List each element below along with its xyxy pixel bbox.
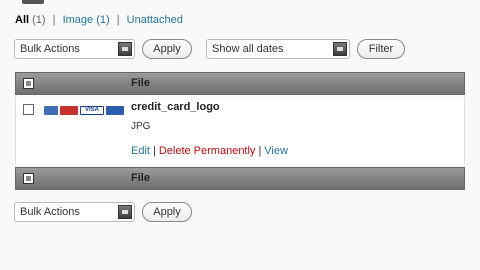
apply-button-bottom[interactable]: Apply xyxy=(142,202,192,222)
filter-unattached-link[interactable]: Unattached xyxy=(127,14,183,26)
filter-all-link[interactable]: All xyxy=(15,14,29,26)
select-all-checkbox-footer[interactable] xyxy=(23,173,34,184)
credit-card-thumbnail[interactable]: VISA xyxy=(44,106,124,115)
dates-select[interactable]: Show all dates xyxy=(206,39,350,59)
filter-separator: | xyxy=(116,14,120,26)
apply-button-top[interactable]: Apply xyxy=(142,39,192,59)
file-name-link[interactable]: credit_card_logo xyxy=(131,101,220,113)
view-link[interactable]: View xyxy=(264,145,288,157)
filter-links: All (1) | Image (1) | Unattached xyxy=(15,14,183,26)
dropdown-arrow-icon xyxy=(333,42,347,56)
edit-link[interactable]: Edit xyxy=(131,145,150,157)
filter-separator: | xyxy=(52,14,56,26)
bulk-actions-select-bottom[interactable]: Bulk Actions xyxy=(14,202,135,222)
mastercard-logo-icon xyxy=(60,106,78,115)
visa-logo-icon: VISA xyxy=(80,106,104,115)
file-type: JPG xyxy=(131,121,151,132)
action-separator: | xyxy=(152,145,156,157)
filter-all-label: All xyxy=(15,14,30,26)
card-logo-icon xyxy=(44,106,58,115)
row-actions: Edit | Delete Permanently | View xyxy=(131,145,288,157)
bulk-actions-select-top[interactable]: Bulk Actions xyxy=(14,39,135,59)
dates-select-value: Show all dates xyxy=(212,43,284,55)
bulk-actions-value: Bulk Actions xyxy=(20,206,80,218)
row-checkbox[interactable] xyxy=(23,104,34,115)
filter-all-count: (1) xyxy=(32,14,46,26)
action-separator: | xyxy=(258,145,262,157)
table-header: File xyxy=(15,72,465,95)
dropdown-arrow-icon xyxy=(118,42,132,56)
table-row: VISA credit_card_logo JPG Edit | Delete Pe… xyxy=(15,97,465,164)
filter-button[interactable]: Filter xyxy=(357,39,405,59)
dropdown-arrow-icon xyxy=(118,205,132,219)
card-logo-icon xyxy=(106,106,124,115)
filter-image-link[interactable]: Image (1) xyxy=(63,14,110,26)
delete-permanently-link[interactable]: Delete Permanently xyxy=(159,145,256,157)
filter-image-label: Image xyxy=(62,14,94,26)
column-file-footer[interactable]: File xyxy=(131,172,150,184)
top-edge-element xyxy=(22,0,44,4)
bulk-actions-value: Bulk Actions xyxy=(20,43,80,55)
filter-image-count: (1) xyxy=(96,14,110,26)
select-all-checkbox[interactable] xyxy=(23,78,34,89)
column-file-header[interactable]: File xyxy=(131,77,150,89)
table-footer: File xyxy=(15,167,465,190)
